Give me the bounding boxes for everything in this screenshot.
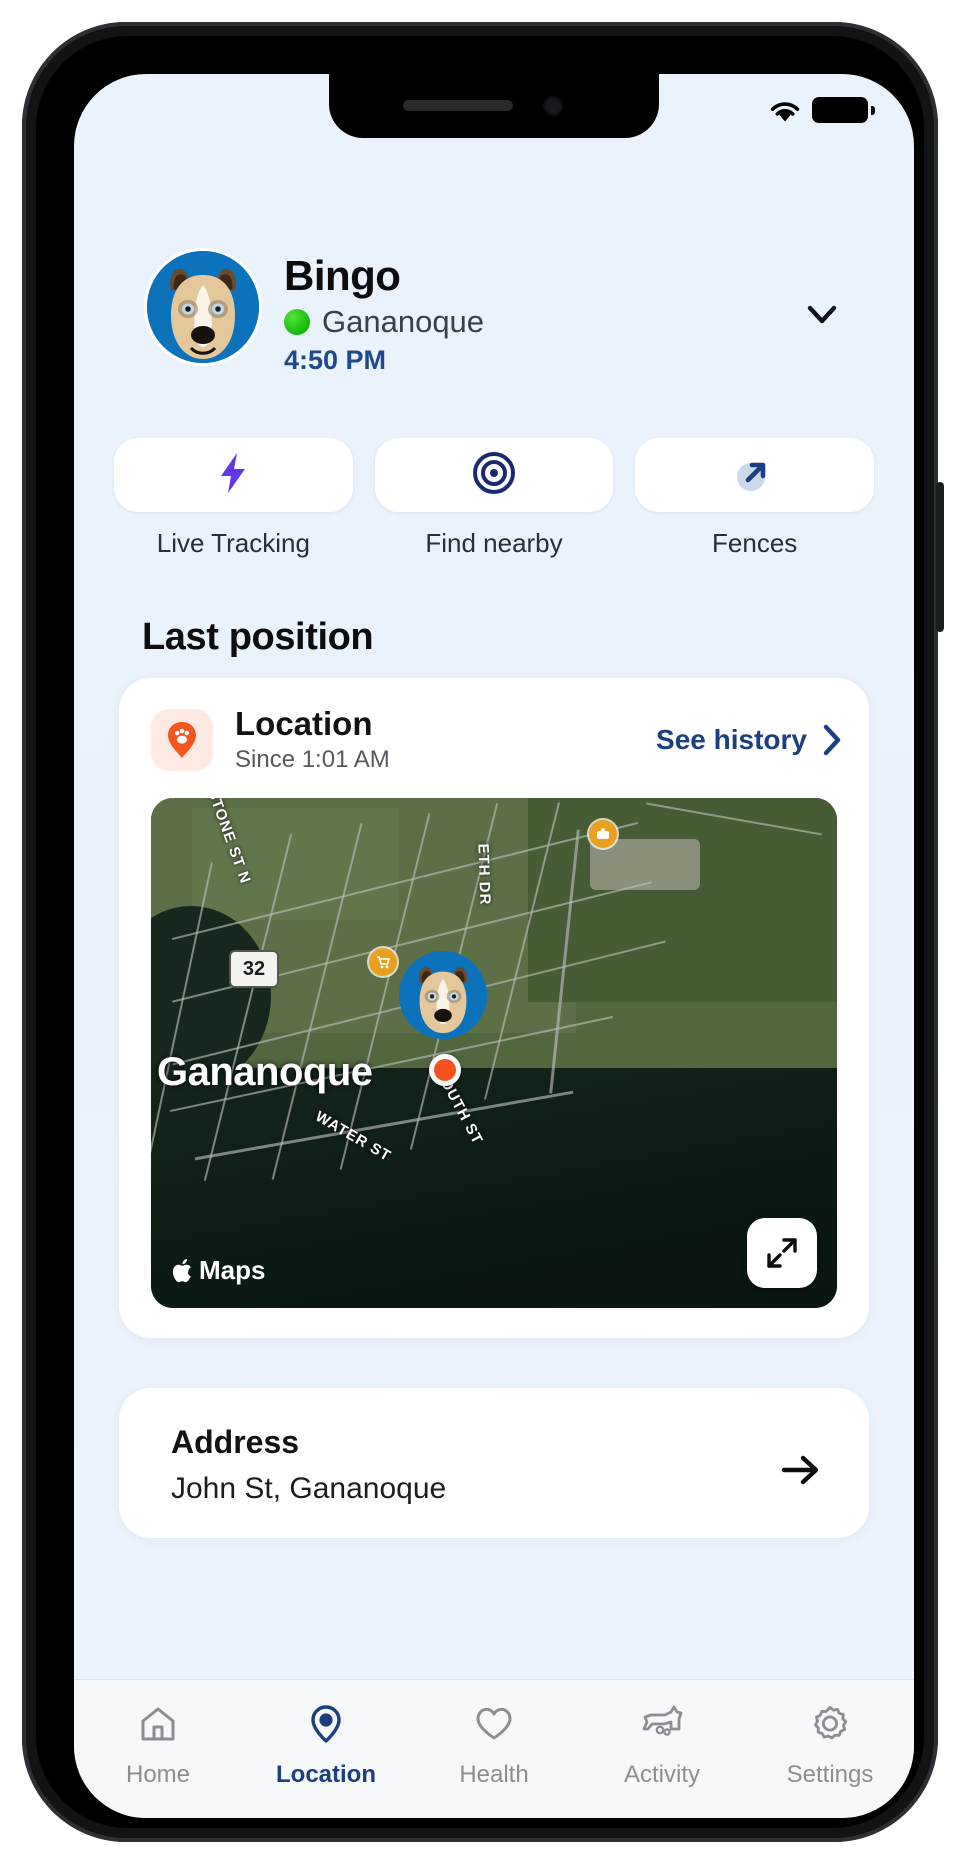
address-title: Address: [171, 1424, 300, 1460]
poi-marker[interactable]: [589, 820, 617, 848]
front-camera: [543, 96, 563, 116]
dog-icon: [638, 1702, 686, 1751]
find-nearby-label: Find nearby: [425, 528, 563, 558]
route-shield-badge: 32: [229, 950, 279, 988]
chevron-down-icon[interactable]: [800, 292, 844, 336]
location-card-texts: Location Since 1:01 AM: [235, 705, 390, 775]
pet-time-label: 4:50 PM: [284, 345, 387, 375]
pet-status-row: Gananoque: [284, 304, 484, 340]
target-icon: [472, 451, 516, 500]
nav-label-health: Health: [459, 1761, 529, 1788]
live-tracking-button[interactable]: [114, 438, 353, 512]
phone-frame: Bingo Gananoque 4:50 PM Live Tracking Fi…: [22, 22, 944, 1842]
current-position-dot: [429, 1054, 461, 1086]
expand-diagonal-icon[interactable]: [747, 1218, 817, 1288]
location-card-subtitle: Since 1:01 AM: [235, 746, 390, 773]
quick-action-live-tracking: Live Tracking: [114, 438, 353, 559]
quick-action-fences: Fences: [635, 438, 875, 559]
status-badge: [284, 309, 310, 335]
apple-logo-icon: [173, 1258, 195, 1284]
nav-label-settings: Settings: [786, 1761, 874, 1788]
heart-icon: [472, 1702, 516, 1751]
nav-label-home: Home: [125, 1761, 191, 1788]
nav-item-health[interactable]: Health: [410, 1680, 578, 1789]
map-pin-icon: [304, 1702, 348, 1751]
pet-header: Bingo Gananoque 4:50 PM: [144, 248, 844, 375]
map-attribution: Maps: [173, 1255, 265, 1286]
street-label: ETH DR: [474, 843, 494, 906]
nav-item-settings[interactable]: Settings: [746, 1680, 914, 1789]
quick-action-find-nearby: Find nearby: [374, 438, 614, 559]
maps-attribution-label: Maps: [199, 1255, 266, 1285]
nav-item-location[interactable]: Location: [242, 1680, 410, 1789]
fences-button[interactable]: [635, 438, 875, 512]
map-city-label: Gananoque: [157, 1050, 373, 1094]
expand-arrow-icon: [734, 452, 776, 499]
chevron-right-icon: [821, 723, 843, 757]
location-card-header: Location Since 1:01 AM See history: [151, 704, 843, 776]
nav-item-activity[interactable]: Activity: [578, 1680, 746, 1789]
scroll-content: Bingo Gananoque 4:50 PM Live Tracking Fi…: [74, 138, 914, 1818]
location-card-title: Location: [235, 705, 373, 742]
live-tracking-label: Live Tracking: [156, 528, 310, 558]
address-card[interactable]: Address John St, Gananoque: [119, 1388, 869, 1538]
section-title-last-position: Last position: [142, 616, 374, 658]
battery-icon: [812, 97, 868, 123]
lightning-bolt-icon: [214, 451, 252, 500]
nav-label-location: Location: [276, 1761, 376, 1788]
notch: [329, 74, 659, 138]
paw-pin-icon: [151, 709, 213, 771]
battery-tip-icon: [871, 106, 875, 115]
nav-item-home[interactable]: Home: [74, 1680, 242, 1789]
bottom-navigation: Home Location Health Activity Settings: [74, 1679, 914, 1818]
power-button[interactable]: [936, 482, 944, 632]
see-history-label: See history: [656, 724, 807, 755]
phone-screen: Bingo Gananoque 4:50 PM Live Tracking Fi…: [74, 74, 914, 1818]
home-icon: [136, 1702, 180, 1751]
fences-label: Fences: [712, 528, 798, 558]
avatar[interactable]: [144, 248, 262, 366]
map-preview[interactable]: 32 STONE ST N ETH DR SOUTH ST WATER ST G…: [151, 798, 837, 1308]
arrow-right-icon[interactable]: [775, 1444, 827, 1496]
find-nearby-button[interactable]: [374, 438, 614, 512]
page-title: Bingo: [284, 252, 401, 299]
pet-info: Bingo Gananoque 4:50 PM: [284, 252, 484, 376]
location-card: Location Since 1:01 AM See history 32 ST…: [119, 678, 869, 1338]
map-pet-marker[interactable]: [399, 951, 487, 1039]
earpiece-speaker: [403, 100, 513, 111]
poi-marker[interactable]: [369, 948, 397, 976]
pet-city-label: Gananoque: [322, 304, 485, 339]
address-value: John St, Gananoque: [171, 1472, 447, 1505]
see-history-button[interactable]: See history: [656, 723, 843, 757]
phone-bezel: Bingo Gananoque 4:50 PM Live Tracking Fi…: [36, 36, 924, 1828]
nav-label-activity: Activity: [623, 1761, 700, 1788]
wifi-icon: [768, 98, 802, 129]
gear-icon: [808, 1702, 852, 1751]
quick-actions-row: Live Tracking Find nearby Fences: [114, 438, 875, 559]
